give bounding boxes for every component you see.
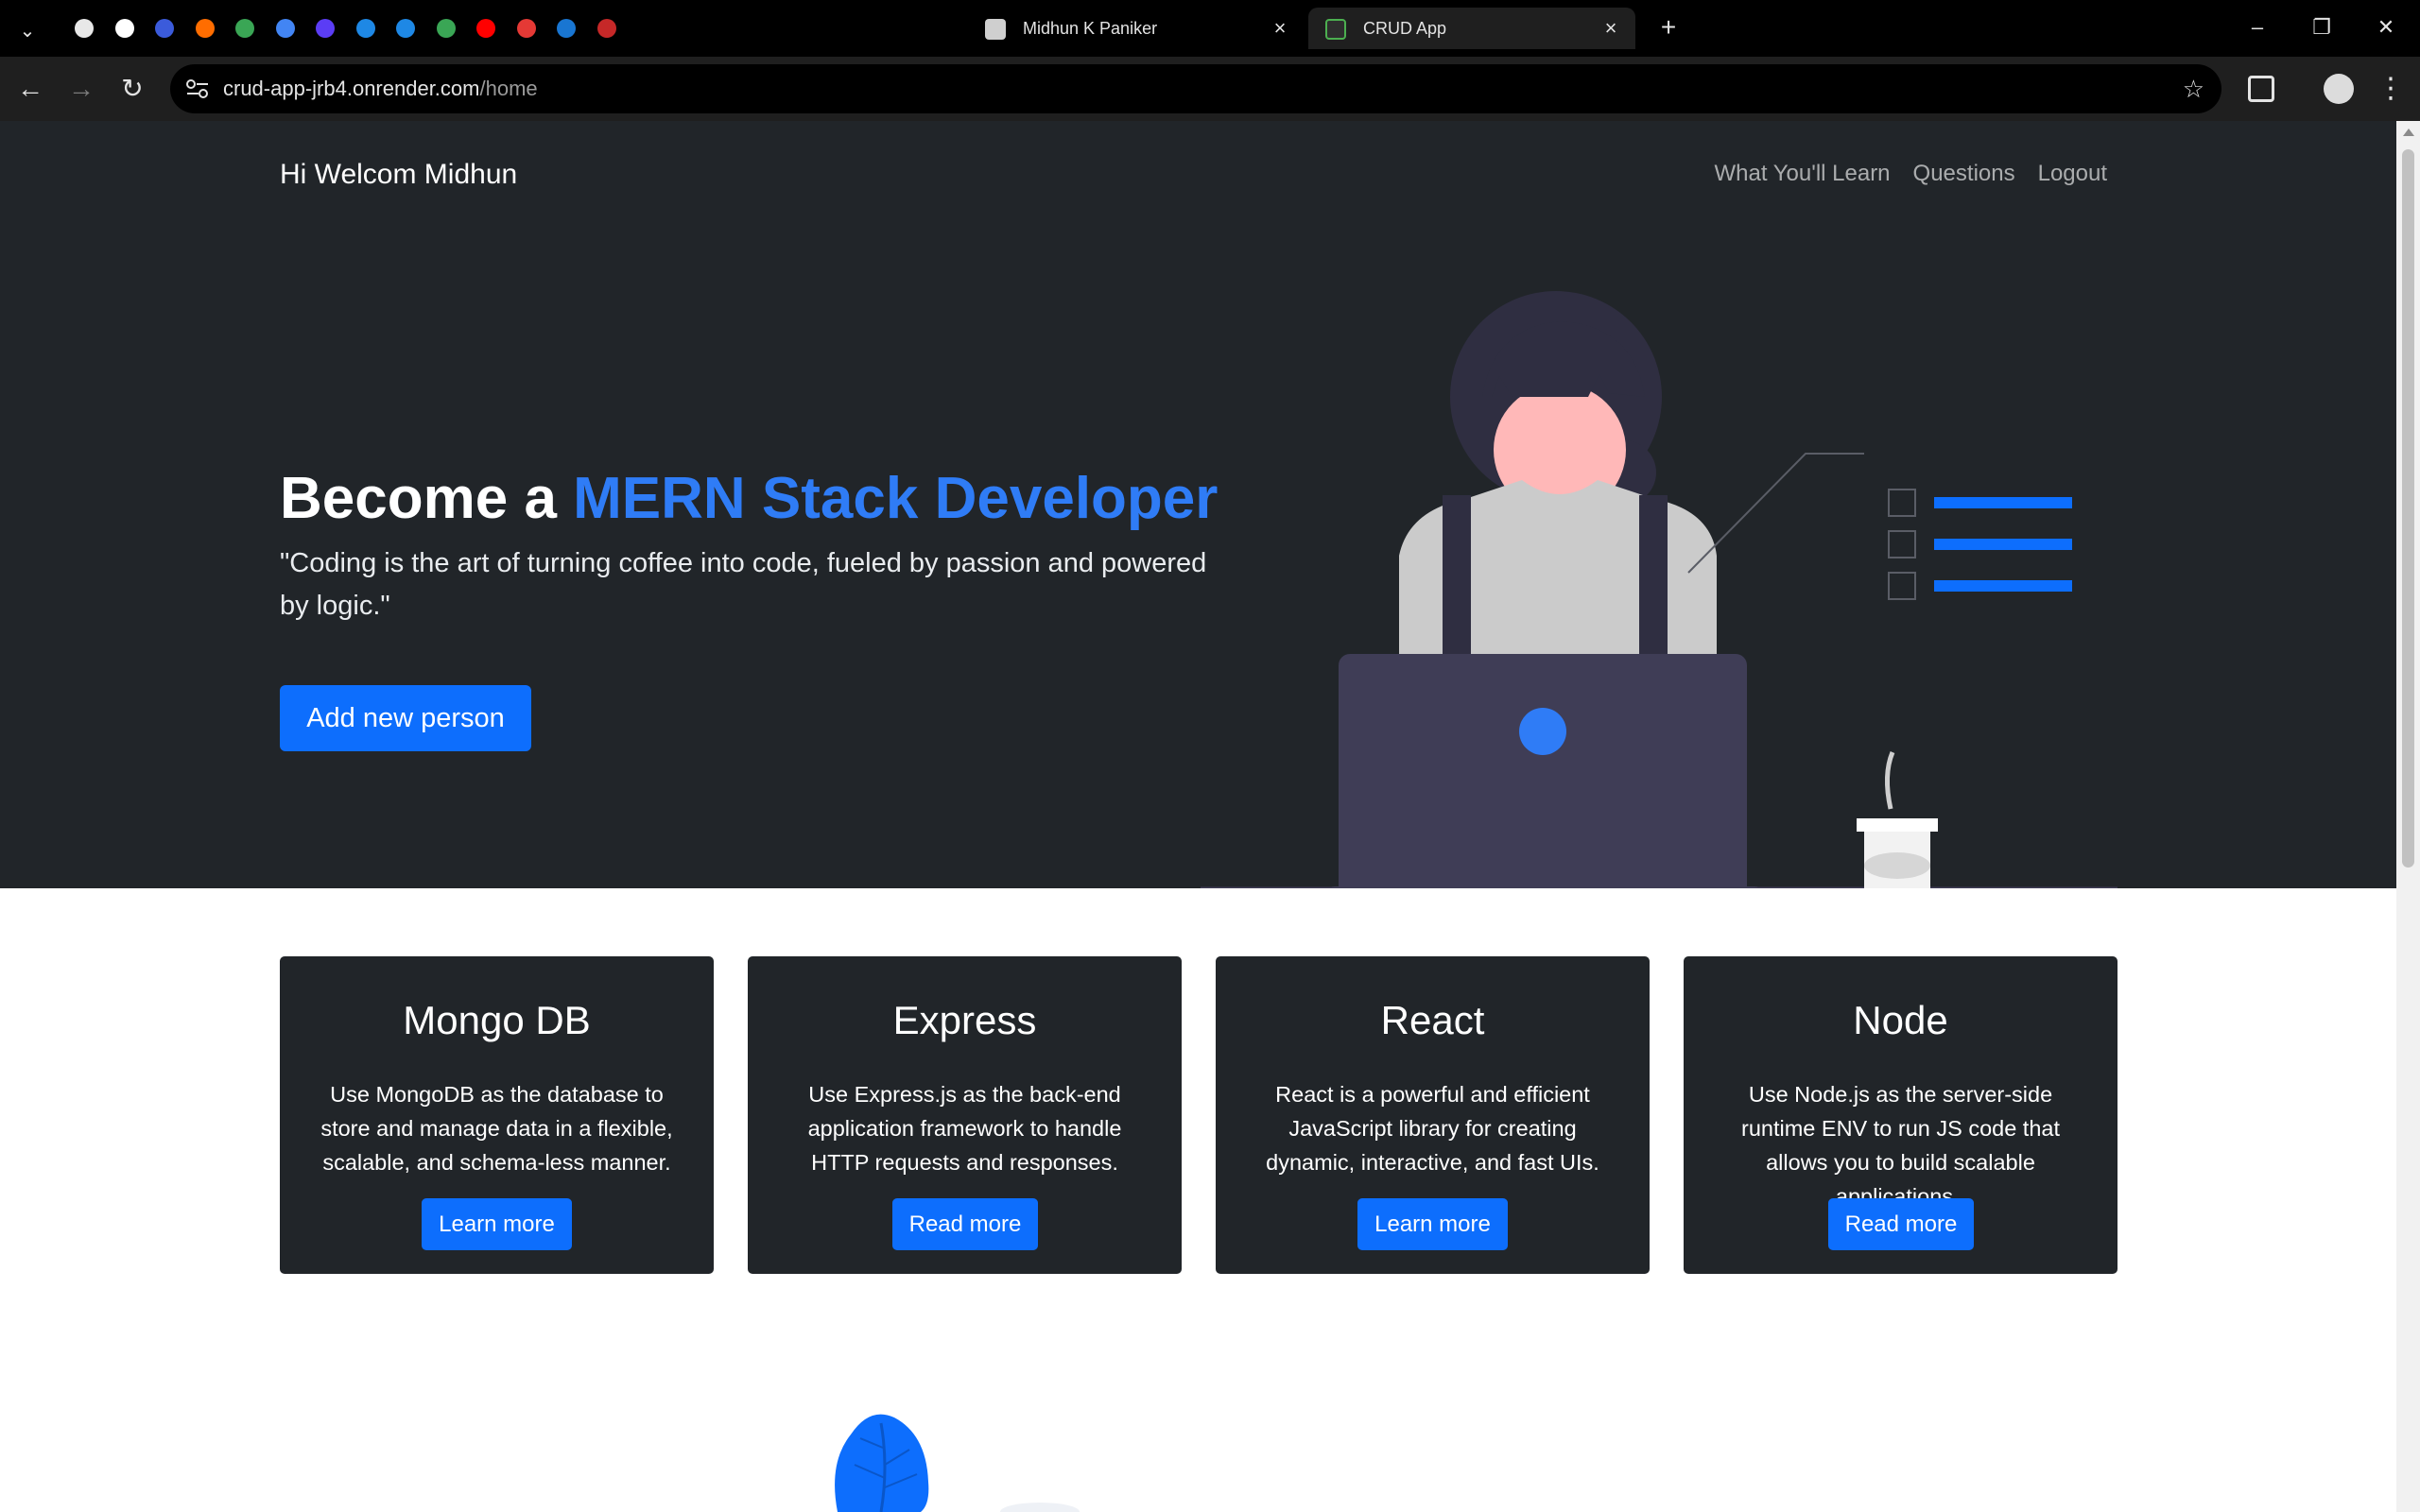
hero-quote: "Coding is the art of turning coffee int… bbox=[280, 548, 1207, 621]
tab-midhun-k-paniker[interactable]: Midhun K Paniker × bbox=[968, 8, 1305, 49]
card-text: Use Express.js as the back-end applicati… bbox=[807, 1082, 1122, 1175]
navbar-brand[interactable]: Hi Welcom Midhun bbox=[280, 159, 517, 191]
pinned-tab[interactable] bbox=[270, 13, 301, 43]
leaf-illustration bbox=[835, 1414, 1080, 1512]
pinned-tab[interactable] bbox=[149, 13, 180, 43]
read-more-button[interactable]: Read more bbox=[1828, 1198, 1974, 1250]
circle-app-icon bbox=[396, 19, 415, 38]
scrollbar-thumb[interactable] bbox=[2402, 149, 2414, 868]
card-text: Use Node.js as the server-side runtime E… bbox=[1741, 1082, 2060, 1209]
card-title: Mongo DB bbox=[403, 998, 591, 1042]
nav-link-what-youll-learn[interactable]: What You'll Learn bbox=[1714, 161, 1890, 187]
globe-icon bbox=[436, 19, 456, 38]
pinned-tab[interactable] bbox=[190, 13, 220, 43]
read-more-button[interactable]: Read more bbox=[892, 1198, 1038, 1250]
pinned-tab[interactable] bbox=[431, 13, 461, 43]
dashboard-app-icon bbox=[316, 19, 335, 38]
back-arrow-icon[interactable]: ← bbox=[11, 70, 49, 108]
google-docs-icon bbox=[275, 19, 295, 38]
tech-cards: Mongo DB Use MongoDB as the database to … bbox=[280, 956, 2118, 1274]
pinned-tab[interactable] bbox=[592, 13, 622, 43]
card-react: React React is a powerful and efficient … bbox=[1216, 956, 1650, 1274]
network-app-icon bbox=[114, 19, 134, 38]
forward-arrow-icon[interactable]: → bbox=[62, 70, 100, 108]
learn-more-button[interactable]: Learn more bbox=[422, 1198, 572, 1250]
globe-icon bbox=[235, 19, 254, 38]
pinned-tab[interactable] bbox=[110, 13, 140, 43]
pinned-tab[interactable] bbox=[390, 13, 421, 43]
web-page: Hi Welcom Midhun What You'll Learn Quest… bbox=[0, 121, 2396, 1512]
pinned-tab[interactable] bbox=[351, 13, 381, 43]
hero-headline: Become a MERN Stack Developer bbox=[280, 465, 1218, 532]
restore-window-icon[interactable]: ❐ bbox=[2295, 8, 2348, 47]
add-new-person-button[interactable]: Add new person bbox=[280, 685, 531, 751]
pinned-tab[interactable] bbox=[511, 13, 542, 43]
learn-more-button[interactable]: Learn more bbox=[1357, 1198, 1508, 1250]
headline-prefix: Become a bbox=[280, 466, 574, 531]
card-express: Express Use Express.js as the back-end a… bbox=[748, 956, 1182, 1274]
browser-tab-bar: ⌄ Midhun K Paniker × CRUD App × + – ❐ ✕ bbox=[0, 0, 2420, 57]
crud-app-favicon-icon bbox=[1325, 19, 1346, 40]
page-scrollbar[interactable] bbox=[2396, 121, 2420, 1512]
tab-title: Midhun K Paniker bbox=[1023, 19, 1158, 38]
pinned-tab[interactable] bbox=[471, 13, 501, 43]
minimize-window-icon[interactable]: – bbox=[2231, 8, 2284, 47]
card-title: React bbox=[1380, 998, 1485, 1042]
developer-illustration bbox=[1201, 291, 2118, 888]
url-host: crud-app-jrb4.onrender.com bbox=[223, 77, 480, 100]
pinned-tab[interactable] bbox=[551, 13, 581, 43]
spiral-app-icon bbox=[75, 19, 94, 38]
person-favicon-icon bbox=[985, 19, 1006, 40]
site-info-icon[interactable] bbox=[185, 77, 210, 100]
address-bar[interactable]: crud-app-jrb4.onrender.com/home ☆ bbox=[170, 64, 2221, 113]
chart-app-icon bbox=[155, 19, 174, 38]
close-tab-icon[interactable]: × bbox=[1599, 8, 1622, 49]
m-app-icon bbox=[596, 19, 616, 38]
tab-title: CRUD App bbox=[1363, 19, 1447, 38]
card-text: Use MongoDB as the database to store and… bbox=[320, 1082, 673, 1175]
new-tab-button[interactable]: + bbox=[1652, 11, 1685, 43]
bookmark-star-icon[interactable]: ☆ bbox=[2183, 64, 2204, 113]
profile-avatar[interactable] bbox=[2324, 74, 2354, 104]
extensions-puzzle-icon[interactable] bbox=[2248, 76, 2274, 102]
pinned-tab[interactable] bbox=[310, 13, 340, 43]
browser-menu-icon[interactable]: ⋮ bbox=[2377, 70, 2405, 108]
card-title: Node bbox=[1853, 998, 1948, 1042]
reload-icon[interactable]: ↻ bbox=[113, 70, 151, 108]
firebase-icon bbox=[195, 19, 215, 38]
bird-app-icon bbox=[516, 19, 536, 38]
url-text: crud-app-jrb4.onrender.com/home bbox=[223, 64, 538, 113]
nav-link-questions[interactable]: Questions bbox=[1913, 161, 2015, 187]
url-path: /home bbox=[479, 77, 538, 100]
close-window-icon[interactable]: ✕ bbox=[2360, 8, 2412, 47]
navbar-links: What You'll Learn Questions Logout bbox=[1714, 161, 2107, 187]
close-tab-icon[interactable]: × bbox=[1269, 8, 1291, 49]
nav-link-logout[interactable]: Logout bbox=[2038, 161, 2107, 187]
hero-section: Hi Welcom Midhun What You'll Learn Quest… bbox=[0, 121, 2396, 888]
headline-accent: MERN Stack Developer bbox=[573, 466, 1219, 531]
card-node: Node Use Node.js as the server-side runt… bbox=[1684, 956, 2118, 1274]
pinned-tab[interactable] bbox=[230, 13, 260, 43]
browser-toolbar: ← → ↻ crud-app-jrb4.onrender.com/home ☆ … bbox=[0, 57, 2420, 121]
scroll-up-arrow-icon[interactable] bbox=[2403, 129, 2414, 136]
card-mongodb: Mongo DB Use MongoDB as the database to … bbox=[280, 956, 714, 1274]
circle-app-icon bbox=[355, 19, 375, 38]
tab-crud-app[interactable]: CRUD App × bbox=[1308, 8, 1635, 49]
pinned-tab[interactable] bbox=[69, 13, 99, 43]
card-text: React is a powerful and efficient JavaSc… bbox=[1266, 1082, 1599, 1175]
youtube-icon bbox=[476, 19, 495, 38]
card-title: Express bbox=[892, 998, 1037, 1042]
tab-search-chevron-icon[interactable]: ⌄ bbox=[13, 17, 42, 45]
e-app-icon bbox=[557, 19, 576, 38]
